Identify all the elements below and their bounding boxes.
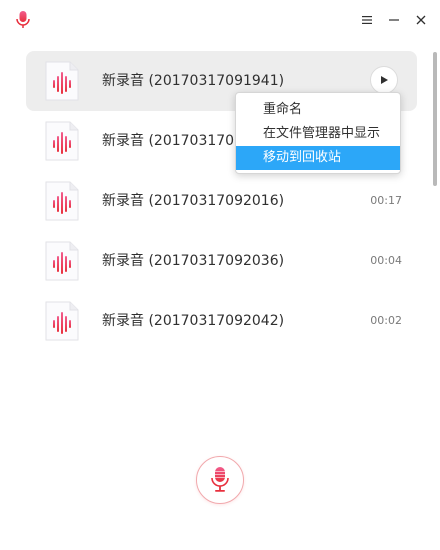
recording-duration: 00:17	[370, 194, 402, 207]
close-icon	[416, 15, 426, 25]
main-menu-button[interactable]	[356, 9, 378, 31]
audio-file-icon	[45, 61, 79, 101]
recording-title: 新录音 (20170317092042)	[102, 313, 285, 329]
play-icon	[381, 76, 388, 84]
recording-title: 新录音 (20170317092016)	[102, 193, 285, 209]
record-button[interactable]	[196, 456, 244, 504]
recording-duration: 00:04	[370, 254, 402, 267]
titlebar	[0, 0, 440, 40]
context-menu: 重命名 在文件管理器中显示 移动到回收站	[235, 92, 401, 174]
scrollbar[interactable]	[433, 52, 437, 186]
recording-title: 新录音 (20170317091941)	[102, 73, 285, 89]
microphone-icon	[211, 467, 229, 492]
recording-item[interactable]: 新录音 (20170317092042) 00:02	[26, 291, 417, 351]
recording-item[interactable]: 新录音 (20170317092016) 00:17	[26, 171, 417, 231]
recording-item[interactable]: 新录音 (20170317092036) 00:04	[26, 231, 417, 291]
close-button[interactable]	[410, 9, 432, 31]
recording-title: 新录音 (20170317091	[102, 133, 252, 149]
recording-title: 新录音 (20170317092036)	[102, 253, 285, 269]
audio-file-icon	[45, 301, 79, 341]
audio-file-icon	[45, 241, 79, 281]
hamburger-menu-icon	[362, 16, 372, 24]
recording-duration: 00:02	[370, 314, 402, 327]
minimize-button[interactable]	[383, 9, 405, 31]
microphone-icon	[16, 11, 30, 28]
audio-file-icon	[45, 121, 79, 161]
menu-item-show-in-file-manager[interactable]: 在文件管理器中显示	[236, 122, 400, 146]
menu-item-move-to-trash[interactable]: 移动到回收站	[236, 146, 400, 170]
audio-file-icon	[45, 181, 79, 221]
menu-item-rename[interactable]: 重命名	[236, 98, 400, 122]
minimize-icon	[389, 19, 399, 21]
play-button[interactable]	[370, 66, 398, 94]
